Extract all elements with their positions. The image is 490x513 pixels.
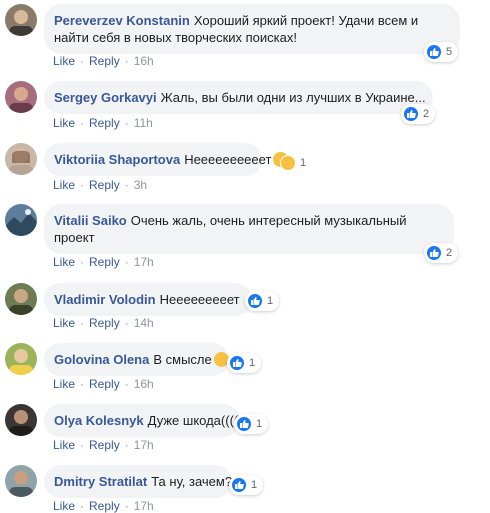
reaction-count-value: 1 — [267, 295, 274, 307]
reaction-count[interactable]: 2 — [401, 104, 436, 124]
avatar[interactable] — [5, 283, 37, 315]
like-link[interactable]: Like — [53, 178, 75, 192]
comment-text: Жаль, вы были одни из лучших в Украине..… — [160, 90, 426, 105]
comment-time[interactable]: 14h — [134, 316, 154, 330]
reaction-count-value: 1 — [256, 418, 263, 430]
like-link[interactable]: Like — [53, 54, 75, 68]
comment-author[interactable]: Vladimir Volodin — [54, 292, 156, 307]
separator-dot: · — [80, 316, 85, 330]
avatar[interactable] — [5, 404, 37, 436]
like-icon — [231, 477, 247, 493]
reaction-count-value: 2 — [446, 247, 453, 259]
comment-text: Та ну, зачем? — [151, 474, 233, 489]
separator-dot: · — [124, 116, 129, 130]
comment-author[interactable]: Olya Kolesnyk — [54, 413, 144, 428]
like-icon — [403, 106, 419, 122]
comment-time[interactable]: 11h — [134, 116, 153, 130]
separator-dot: · — [124, 255, 129, 269]
comment-text: Неееееееееет — [184, 152, 272, 167]
reaction-count[interactable]: 1 — [245, 291, 280, 311]
reply-link[interactable]: Reply — [89, 499, 120, 513]
separator-dot: · — [124, 438, 129, 452]
separator-dot: · — [80, 54, 85, 68]
reaction-count-value: 1 — [249, 357, 256, 369]
reply-link[interactable]: Reply — [89, 54, 120, 68]
like-icon — [426, 44, 442, 60]
separator-dot: · — [80, 178, 85, 192]
comment-time[interactable]: 3h — [134, 178, 147, 192]
like-icon — [236, 416, 252, 432]
reaction-count-value: 2 — [423, 108, 430, 120]
comment-text: В смысле — [153, 352, 212, 367]
like-link[interactable]: Like — [53, 255, 75, 269]
like-link[interactable]: Like — [53, 116, 75, 130]
separator-dot: · — [124, 377, 129, 391]
reply-link[interactable]: Reply — [89, 116, 120, 130]
comment-bubble: Vladimir Volodin Нееееееееет — [44, 283, 252, 316]
comment-time[interactable]: 16h — [134, 54, 154, 68]
comment-bubble: Pereverzev Konstanin Хороший яркий проект… — [44, 4, 460, 54]
reaction-count-value: 5 — [446, 46, 453, 58]
comment-bubble: Sergey Gorkavyi Жаль, вы были одни из луч… — [44, 81, 433, 114]
comment-text: Дуже шкода(((( — [147, 413, 239, 428]
comment-author[interactable]: Viktoriia Shaportova — [54, 152, 180, 167]
comment-bubble: Golovina Olena В смысле — [44, 343, 229, 376]
reaction-count[interactable]: 1 — [278, 153, 312, 173]
reply-link[interactable]: Reply — [89, 178, 120, 192]
like-link[interactable]: Like — [53, 377, 75, 391]
reaction-count[interactable]: 1 — [234, 414, 269, 434]
comment-author[interactable]: Vitalii Saiko — [54, 213, 127, 228]
separator-dot: · — [80, 438, 85, 452]
comment-bubble: Dmitry Stratilat Та ну, зачем? — [44, 465, 232, 498]
like-link[interactable]: Like — [53, 499, 75, 513]
comment-time[interactable]: 17h — [134, 255, 154, 269]
separator-dot: · — [124, 178, 129, 192]
like-icon — [229, 355, 245, 371]
reaction-count[interactable]: 1 — [229, 475, 264, 495]
comment-author[interactable]: Dmitry Stratilat — [54, 474, 147, 489]
reaction-count-value: 1 — [300, 157, 307, 169]
reaction-count[interactable]: 1 — [227, 353, 262, 373]
comment-author[interactable]: Pereverzev Konstanin — [54, 13, 190, 28]
comment-author[interactable]: Golovina Olena — [54, 352, 149, 367]
reaction-count[interactable]: 5 — [424, 42, 459, 62]
avatar[interactable] — [5, 143, 37, 175]
reply-link[interactable]: Reply — [89, 438, 120, 452]
avatar[interactable] — [5, 81, 37, 113]
like-icon — [426, 245, 442, 261]
comment-time[interactable]: 17h — [134, 499, 154, 513]
reaction-count[interactable]: 2 — [424, 243, 459, 263]
comment-bubble: Vitalii Saiko Очень жаль, очень интересны… — [44, 204, 454, 254]
separator-dot: · — [124, 499, 129, 513]
separator-dot: · — [80, 499, 85, 513]
like-icon — [247, 293, 263, 309]
like-link[interactable]: Like — [53, 438, 75, 452]
avatar[interactable] — [5, 343, 37, 375]
reply-link[interactable]: Reply — [89, 377, 120, 391]
separator-dot: · — [80, 377, 85, 391]
separator-dot: · — [124, 54, 129, 68]
reaction-count-value: 1 — [251, 479, 258, 491]
avatar[interactable] — [5, 465, 37, 497]
separator-dot: · — [124, 316, 129, 330]
comment-text: Нееееееееет — [159, 292, 240, 307]
reply-link[interactable]: Reply — [89, 316, 120, 330]
comment-time[interactable]: 16h — [134, 377, 154, 391]
separator-dot: · — [80, 116, 85, 130]
comment-bubble: Olya Kolesnyk Дуже шкода(((( — [44, 404, 240, 437]
avatar[interactable] — [5, 4, 37, 36]
avatar[interactable] — [5, 204, 37, 236]
sad-icon — [280, 155, 296, 171]
like-link[interactable]: Like — [53, 316, 75, 330]
comment-bubble: Viktoriia Shaportova Неееееееееет — [44, 143, 289, 176]
reply-link[interactable]: Reply — [89, 255, 120, 269]
comment-author[interactable]: Sergey Gorkavyi — [54, 90, 157, 105]
separator-dot: · — [80, 255, 85, 269]
comment-time[interactable]: 17h — [134, 438, 154, 452]
